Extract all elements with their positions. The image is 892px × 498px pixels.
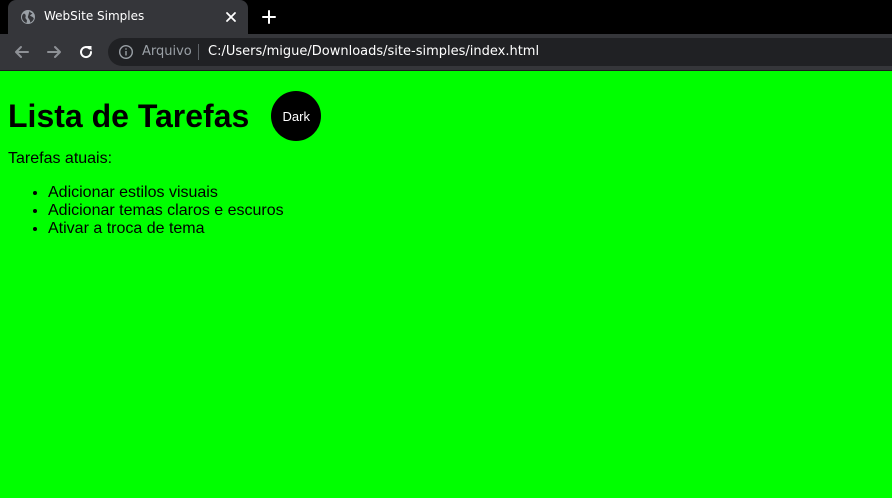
list-item: Ativar a troca de tema: [48, 220, 284, 238]
reload-icon[interactable]: [77, 43, 95, 61]
tab-strip: WebSite Simples: [0, 0, 892, 34]
list-item: Adicionar temas claros e escuros: [48, 202, 284, 220]
arrow-right-icon[interactable]: [45, 43, 63, 61]
browser-tab[interactable]: WebSite Simples: [8, 0, 248, 34]
address-separator: [198, 44, 199, 60]
task-list: Adicionar estilos visuais Adicionar tema…: [8, 184, 284, 238]
tab-title: WebSite Simples: [44, 9, 145, 23]
new-tab-plus-icon[interactable]: [261, 9, 277, 25]
browser-window: WebSite Simples Arquivo C:/Users/migue/D…: [0, 0, 892, 498]
tasks-label: Tarefas atuais:: [8, 150, 113, 167]
page-title: Lista de Tarefas: [8, 97, 250, 134]
info-icon[interactable]: [118, 44, 134, 60]
browser-toolbar: Arquivo C:/Users/migue/Downloads/site-si…: [0, 34, 892, 70]
globe-icon: [21, 10, 35, 24]
close-icon[interactable]: [224, 10, 238, 24]
security-chip-label[interactable]: Arquivo: [142, 44, 192, 59]
address-bar[interactable]: Arquivo C:/Users/migue/Downloads/site-si…: [108, 38, 892, 66]
theme-toggle-button[interactable]: Dark: [271, 91, 322, 141]
page-viewport: Lista de Tarefas Dark Tarefas atuais: Ad…: [0, 71, 892, 498]
list-item: Adicionar estilos visuais: [48, 184, 284, 202]
page-header: Lista de Tarefas Dark: [8, 91, 322, 141]
arrow-left-icon[interactable]: [13, 43, 31, 61]
url-text[interactable]: C:/Users/migue/Downloads/site-simples/in…: [208, 44, 539, 59]
